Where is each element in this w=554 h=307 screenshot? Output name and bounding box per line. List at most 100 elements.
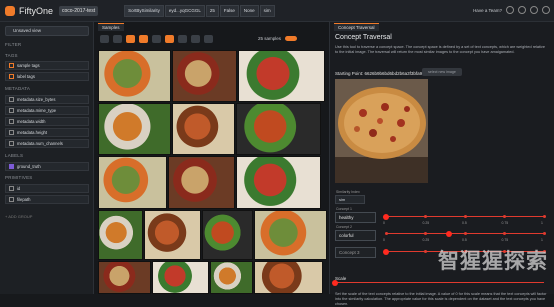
slider-tick-label: 0.25 [422, 238, 430, 242]
sidebar-field[interactable]: metadata.num_channels [5, 139, 89, 148]
tab-concept-traversal[interactable]: Concept Traversal [334, 23, 379, 31]
similarity-icon[interactable] [139, 34, 148, 43]
sample-thumbnail[interactable] [98, 210, 143, 260]
sidebar-field[interactable]: label tags [5, 72, 89, 81]
view-stage-chip[interactable]: 25 [205, 4, 219, 17]
starting-image [335, 79, 428, 183]
similarity-index-label: Similarity Index [336, 190, 360, 194]
checkbox-icon[interactable] [9, 186, 14, 191]
concept-input[interactable]: healthy [335, 212, 376, 223]
slack-icon[interactable] [506, 6, 514, 14]
patches-icon[interactable] [113, 34, 122, 43]
concept-label: Concept 1 [336, 207, 352, 211]
sidebar-field[interactable]: sample tags [5, 61, 89, 70]
settings-icon[interactable] [191, 34, 200, 43]
slider-mark [463, 215, 467, 218]
sample-thumbnail[interactable] [202, 210, 253, 260]
sample-thumbnail[interactable] [254, 210, 327, 260]
operator-icon[interactable] [165, 34, 174, 43]
checkbox-icon[interactable] [9, 197, 14, 202]
view-selector[interactable]: Unsaved view [5, 26, 89, 36]
image-icon[interactable] [152, 34, 161, 43]
view-stage-chip[interactable]: SortBySimilarity [124, 4, 164, 17]
view-stage-chip[interactable]: sim [259, 4, 275, 17]
view-stage-chip[interactable]: False [219, 4, 239, 17]
concept-weight-slider-thumb[interactable] [446, 230, 453, 237]
sidebar-field[interactable]: metadata.height [5, 128, 89, 137]
grid-size-toggle[interactable] [285, 36, 297, 41]
watermark: 智猩猩探索 [438, 250, 548, 273]
sample-thumbnail[interactable] [172, 50, 237, 102]
sample-thumbnail[interactable] [236, 156, 321, 209]
sample-thumbnail[interactable] [152, 261, 209, 294]
checkbox-icon[interactable] [9, 130, 14, 135]
concept-input[interactable]: colorful [335, 230, 376, 241]
tab-samples[interactable]: Samples [98, 23, 124, 31]
sample-thumbnail[interactable] [172, 103, 235, 155]
metadata-section[interactable]: METADATA [5, 86, 30, 91]
checkbox-icon[interactable] [9, 108, 14, 113]
tags-section[interactable]: TAGS [5, 53, 18, 58]
sidebar-field[interactable]: id [5, 184, 89, 193]
checkbox-icon[interactable] [9, 97, 14, 102]
checkbox-icon[interactable] [9, 74, 14, 79]
concept-input[interactable]: Concept 3 [335, 247, 376, 258]
fiftyone-logo-icon[interactable] [5, 5, 15, 16]
sidebar-field[interactable]: filepath [5, 195, 89, 204]
concept-label: Concept 2 [336, 225, 352, 229]
sample-thumbnail[interactable] [236, 103, 321, 155]
labels-section[interactable]: LABELS [5, 153, 23, 158]
scale-description: Set the scale of the text concepts relat… [335, 292, 547, 306]
slider-mark [503, 215, 506, 218]
concept-weight-slider-thumb[interactable] [383, 213, 389, 220]
sample-thumbnail[interactable] [144, 210, 201, 260]
team-link[interactable]: Have a Team? [473, 8, 502, 13]
top-bar: FiftyOne coco-2017-test SortBySimilarity… [0, 0, 554, 22]
sample-thumbnail[interactable] [98, 50, 171, 102]
slider-mark [542, 232, 546, 235]
sidebar-field[interactable]: ground_truth [5, 162, 89, 171]
sidebar-field[interactable]: metadata.mime_type [5, 106, 89, 115]
docs-icon[interactable] [530, 6, 538, 14]
concept-weight-slider-thumb[interactable] [383, 248, 389, 255]
sidebar-field[interactable]: metadata.width [5, 117, 89, 126]
sidebar-field[interactable]: metadata.size_bytes [5, 95, 89, 104]
sample-thumbnail[interactable] [254, 261, 323, 294]
slider-mark [542, 215, 546, 218]
checkbox-icon[interactable] [9, 141, 14, 146]
sample-thumbnail[interactable] [168, 156, 235, 209]
sample-thumbnail[interactable] [238, 50, 325, 102]
settings-icon[interactable] [542, 6, 550, 14]
tag-icon[interactable] [100, 34, 109, 43]
add-group-button[interactable]: + ADD GROUP [5, 214, 32, 219]
sample-thumbnail[interactable] [98, 156, 167, 209]
view-stage-chip[interactable]: None [239, 4, 259, 17]
panel-description: Use this tool to traverse a concept spac… [335, 45, 545, 54]
sample-count: 25 samples [258, 36, 282, 41]
scale-slider-thumb[interactable] [332, 279, 338, 286]
github-icon[interactable] [518, 6, 526, 14]
select-image-button[interactable]: select new image [422, 68, 462, 76]
slider-tick-label: 0.25 [422, 221, 430, 225]
sample-thumbnail[interactable] [98, 261, 151, 294]
color-icon[interactable] [204, 34, 213, 43]
view-stage-chip[interactable]: eyd...yqGCGGL [164, 4, 205, 17]
scale-slider-track[interactable] [335, 282, 544, 283]
sample-thumbnail[interactable] [210, 261, 253, 294]
slider-mark [384, 232, 388, 235]
panel-title: Concept Traversal [335, 34, 392, 41]
sidebar: Unsaved view FILTER TAGS sample tags lab… [0, 22, 94, 294]
samples-panel: Samples 25 samples [94, 22, 329, 294]
checkbox-icon[interactable] [9, 63, 14, 68]
slider-tick-label: 0 [383, 221, 385, 225]
filter-heading: FILTER [5, 42, 22, 47]
dataset-selector[interactable]: coco-2017-test [59, 5, 99, 16]
primitives-section[interactable]: PRIMITIVES [5, 175, 33, 180]
browse-icon[interactable] [178, 34, 187, 43]
slider-mark [463, 232, 467, 235]
checkbox-icon[interactable] [9, 119, 14, 124]
sample-thumbnail[interactable] [98, 103, 171, 155]
checkbox-icon[interactable] [9, 164, 14, 169]
similarity-index-select[interactable]: sim [335, 195, 365, 204]
sort-icon[interactable] [126, 34, 135, 43]
